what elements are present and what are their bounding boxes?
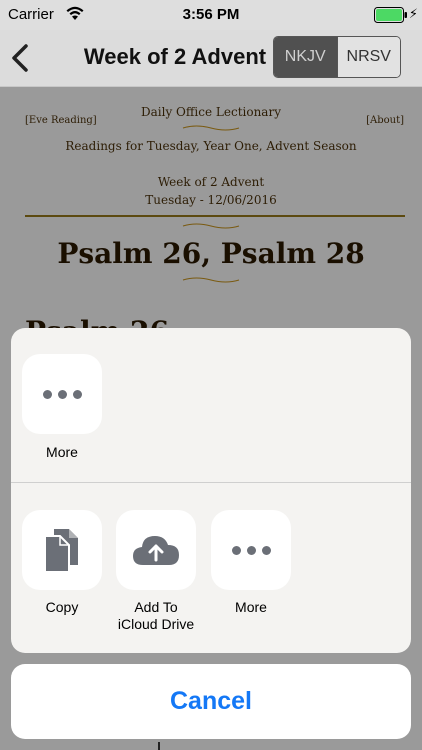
psalm-title: Psalm 26, Psalm 28 [57, 237, 365, 270]
cancel-button[interactable]: Cancel [11, 664, 411, 739]
translation-segmented-control: NKJV NRSV [273, 36, 401, 78]
sheet-divider [11, 482, 411, 483]
more-actions-label: More [235, 599, 267, 615]
navigation-bar: Week of 2 Advent NKJV NRSV [0, 30, 422, 87]
share-action-sheet: More Copy Add To iCloud Drive More [11, 328, 411, 653]
icloud-drive-button[interactable] [116, 510, 196, 590]
date-label: Tuesday - 12/06/2016 [145, 193, 277, 207]
eve-reading-link[interactable]: [Eve Reading] [25, 115, 97, 126]
partial-text-mark [158, 742, 160, 750]
page-title: Week of 2 Advent [83, 44, 267, 69]
clock: 3:56 PM [182, 6, 240, 23]
about-link[interactable]: [About] [366, 115, 404, 126]
more-dots-icon [42, 389, 82, 399]
segment-nkjv[interactable]: NKJV [274, 37, 337, 77]
ornament-divider-icon [182, 277, 240, 283]
more-dots-icon [231, 545, 271, 555]
divider-line [25, 215, 405, 217]
copy-documents-icon [44, 529, 78, 573]
more-actions-button[interactable] [211, 510, 291, 590]
charging-bolt-icon: ⚡ [408, 6, 418, 21]
more-share-label: More [46, 444, 78, 460]
segment-nrsv[interactable]: NRSV [336, 37, 400, 77]
lectionary-subtitle: Readings for Tuesday, Year One, Advent S… [65, 139, 357, 153]
icloud-drive-label: Add To iCloud Drive [117, 599, 195, 632]
battery-icon [374, 7, 407, 23]
more-share-button[interactable] [22, 354, 102, 434]
ornament-divider-icon [182, 125, 240, 131]
week-label: Week of 2 Advent [157, 175, 265, 189]
copy-button[interactable] [22, 510, 102, 590]
back-chevron-icon[interactable] [8, 40, 36, 76]
status-bar: Carrier 3:56 PM ⚡ [0, 0, 422, 30]
icloud-upload-icon [133, 536, 179, 565]
ornament-divider-icon [182, 223, 240, 229]
